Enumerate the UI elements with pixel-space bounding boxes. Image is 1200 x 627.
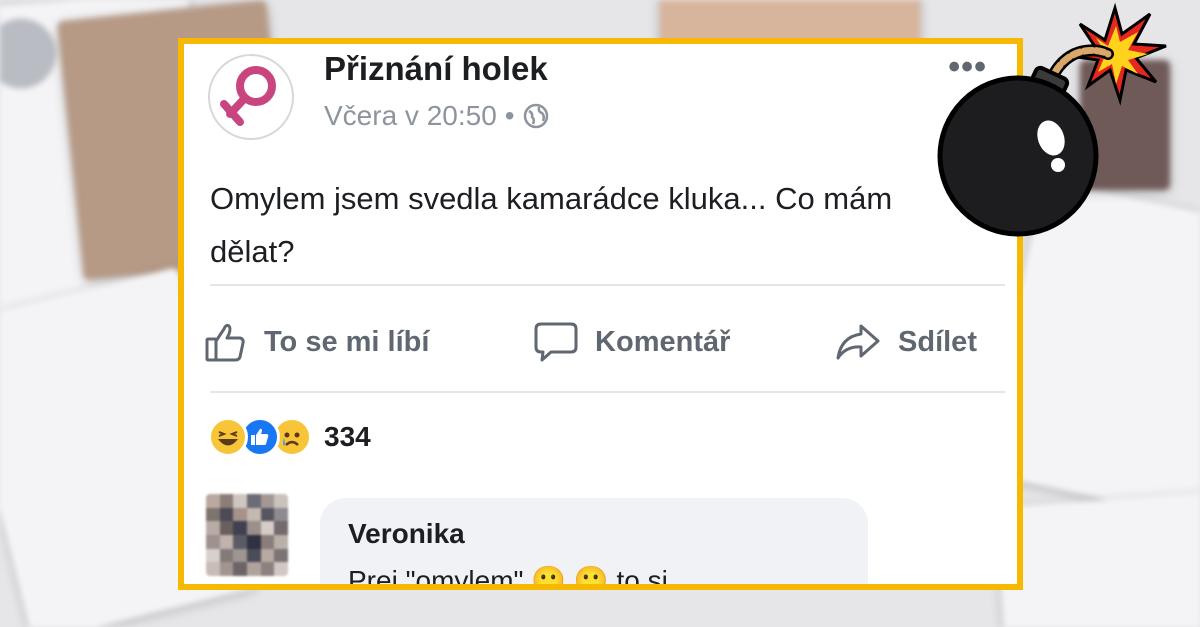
- like-button[interactable]: To se mi líbí: [204, 320, 429, 364]
- bg-card-bottom-right: [995, 492, 1200, 627]
- comment-button[interactable]: Komentář: [533, 320, 730, 364]
- female-symbol-icon: [220, 66, 276, 126]
- share-arrow-icon: [836, 324, 880, 360]
- page-avatar[interactable]: [208, 54, 294, 140]
- share-button[interactable]: Sdílet: [834, 320, 977, 364]
- comment-author[interactable]: Veronika: [348, 518, 840, 550]
- globe-icon: [523, 103, 548, 129]
- facebook-post-card: Přiznání holek Včera v 20:50 • ••• Omyle…: [178, 38, 1023, 590]
- post-meta: Včera v 20:50 •: [324, 100, 549, 132]
- post-text: Omylem jsem svedla kamarádce kluka... Co…: [210, 181, 893, 269]
- comment-label: Komentář: [595, 325, 731, 358]
- reactions-summary[interactable]: 334: [208, 417, 371, 457]
- post-actions: To se mi líbí Komentář Sdílet: [204, 312, 977, 372]
- commenter-avatar[interactable]: [206, 494, 288, 576]
- post-timestamp[interactable]: Včera v 20:50: [324, 100, 497, 132]
- bomb-icon: [937, 2, 1167, 237]
- comment-text: Prej "omylem" 🙂 🙂 to si: [348, 565, 668, 590]
- comment-bubble[interactable]: Veronika Prej "omylem" 🙂 🙂 to si: [320, 498, 868, 590]
- comment-bubble-icon: [534, 322, 578, 362]
- reaction-count: 334: [324, 421, 371, 452]
- thumbs-up-icon: [205, 323, 245, 362]
- share-label: Sdílet: [898, 325, 977, 358]
- page-name[interactable]: Přiznání holek: [324, 50, 548, 88]
- like-label: To se mi líbí: [264, 325, 430, 358]
- meta-separator: •: [504, 100, 515, 131]
- divider-top: [210, 284, 1005, 286]
- divider-bottom: [210, 391, 1005, 393]
- haha-icon: [208, 417, 248, 457]
